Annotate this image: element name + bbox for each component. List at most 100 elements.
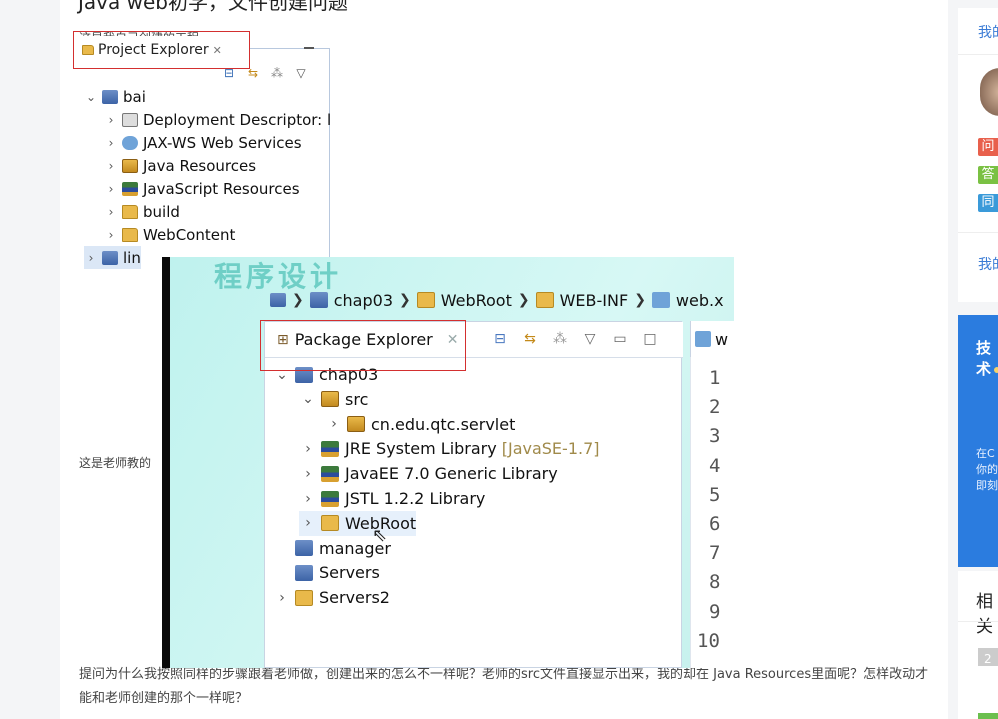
tree-item-label: Servers [319, 563, 380, 583]
tech-banner-line: 在C [976, 447, 995, 460]
tree-item-label: JSTL 1.2.2 Library [345, 489, 486, 508]
tree-item[interactable]: › JavaEE 7.0 Generic Library [299, 461, 558, 486]
project-icon [309, 292, 328, 308]
project-icon [102, 89, 118, 104]
maximize-icon[interactable]: □ [641, 330, 659, 348]
chevron-right-icon[interactable]: › [84, 251, 98, 265]
chevron-down-icon[interactable]: ⌄ [84, 90, 98, 104]
sidebar-my-link[interactable]: 我的 [978, 22, 998, 42]
line-number: 7 [709, 542, 721, 565]
tree-item-label: JavaEE 7.0 Generic Library [345, 464, 558, 484]
minimize-icon[interactable] [304, 47, 314, 49]
tree-item[interactable]: › JAX-WS Web Services [104, 131, 302, 154]
tree-item[interactable]: ⌄ bai [84, 85, 146, 108]
question-title: Java web初学，文件创建问题 [78, 0, 348, 14]
breadcrumb-nav-icon[interactable] [270, 293, 286, 307]
sidebar-tech-banner[interactable]: 技术 在C 你的 即刻 [958, 315, 998, 567]
tree-item[interactable]: Servers [273, 560, 380, 585]
project-folder-icon [295, 540, 313, 557]
library-version-label: [JavaSE-1.7] [501, 439, 600, 459]
chevron-right-icon[interactable]: › [273, 590, 291, 606]
chevron-right-icon[interactable]: › [104, 159, 118, 173]
question-body: 提问为什么我按照同样的步骤跟着老师做，创建出来的怎么不一样呢？老师的src文件直… [79, 667, 929, 706]
related-title: 相关 [976, 592, 993, 637]
link-editor-icon[interactable]: ⇆ [521, 330, 539, 348]
project-folder-icon [295, 564, 313, 581]
tree-item-label: cn.edu.qtc.servlet [371, 414, 516, 434]
tree-item[interactable]: › Java Resources [104, 154, 256, 177]
breadcrumb-item[interactable]: chap03 [334, 291, 393, 310]
web-xml-icon [695, 331, 711, 347]
related-chip-text: 2 [984, 652, 992, 666]
tree-item[interactable]: › lin [84, 246, 141, 269]
breadcrumb-sep-icon: ❯ [634, 292, 646, 308]
chevron-right-icon[interactable]: › [104, 228, 118, 242]
chevron-right-icon[interactable]: › [299, 491, 317, 507]
chevron-right-icon[interactable]: › [299, 466, 317, 482]
tree-item[interactable]: › JSTL 1.2.2 Library [299, 486, 485, 511]
badge-answer[interactable]: 答 [978, 166, 998, 184]
editor-tab-label: w [715, 329, 729, 349]
tree-item[interactable]: › build [104, 200, 180, 223]
highlight-box-package-explorer [260, 320, 466, 371]
tech-banner-line: 即刻 [976, 479, 998, 492]
filters-icon[interactable]: ⁂ [270, 66, 284, 80]
package-explorer-panel: ⊞ Package Explorer ✕ ⊟ ⇆ ⁂ ▽ ▭ □ ⌄ chap03… [264, 321, 683, 668]
tree-item[interactable]: › JRE System Library [JavaSE-1.7] [299, 436, 600, 461]
sidebar-user-card: 我的 问 答 同 我的 [958, 8, 998, 302]
panel-border-top [250, 48, 330, 49]
line-number: 3 [709, 425, 721, 448]
sidebar-my-link-2[interactable]: 我的 [978, 254, 998, 274]
related-chip[interactable]: 2 [978, 648, 998, 666]
filters-icon[interactable]: ⁂ [551, 330, 569, 348]
avatar[interactable] [980, 68, 998, 116]
tree-item[interactable]: ⌄ src [299, 387, 368, 412]
divider [958, 621, 998, 622]
chevron-right-icon[interactable]: › [299, 441, 317, 457]
chevron-down-icon[interactable]: ⌄ [299, 391, 317, 407]
chevron-right-icon[interactable]: › [104, 205, 118, 219]
tree-item-label: JavaScript Resources [143, 179, 300, 198]
line-number: 8 [709, 571, 721, 594]
tree-item[interactable]: › Deployment Descriptor: l [104, 108, 332, 131]
chevron-right-icon[interactable]: › [104, 136, 118, 150]
badge-question[interactable]: 问 [978, 138, 998, 156]
breadcrumb-item[interactable]: WEB-INF [560, 291, 629, 310]
breadcrumb-item[interactable]: WebRoot [441, 291, 512, 310]
tree-item[interactable]: › WebRoot [299, 510, 417, 536]
project-icon [102, 250, 118, 265]
tree-item-label: bai [123, 87, 146, 106]
breadcrumb-sep-icon: ❯ [399, 292, 411, 308]
tree-item-label: Deployment Descriptor: l [143, 110, 332, 129]
tree-item-label: build [143, 202, 180, 221]
editor-line-gutter: 1 2 3 4 5 6 7 8 9 10 [690, 357, 734, 668]
chevron-right-icon[interactable]: › [325, 416, 343, 432]
breadcrumb: ❯ chap03 ❯ WebRoot ❯ WEB-INF ❯ web.x [270, 289, 724, 311]
chevron-right-icon[interactable]: › [104, 182, 118, 196]
tree-item[interactable]: › JavaScript Resources [104, 177, 300, 200]
view-menu-icon[interactable]: ▽ [581, 330, 599, 348]
badge-same[interactable]: 同 [978, 194, 998, 212]
line-number: 9 [709, 600, 721, 623]
folder-icon [321, 515, 339, 532]
package-explorer-toolbar: ⊟ ⇆ ⁂ ▽ ▭ □ [491, 330, 659, 348]
library-icon [122, 181, 138, 196]
breadcrumb-item[interactable]: web.x [676, 291, 724, 310]
banner-dot-icon [994, 367, 998, 373]
right-sidebar: 我的 问 答 同 我的 技术 在C 你的 即刻 相关 2 [958, 8, 998, 719]
minimize-icon[interactable]: ▭ [611, 330, 629, 348]
collapse-all-icon[interactable]: ⊟ [491, 330, 509, 348]
folder-icon [122, 227, 138, 242]
view-menu-icon[interactable]: ▽ [294, 66, 308, 80]
folder-icon [416, 292, 435, 308]
tree-item[interactable]: › cn.edu.qtc.servlet [325, 412, 515, 437]
divider [958, 54, 998, 55]
editor-tab-web-xml[interactable]: w [690, 321, 734, 357]
chevron-right-icon[interactable]: › [104, 113, 118, 127]
tree-item[interactable]: › Servers2 [273, 585, 390, 610]
chevron-right-icon[interactable]: › [299, 515, 317, 531]
tree-item[interactable]: › WebContent [104, 223, 236, 246]
tech-banner-line: 你的 [976, 463, 998, 476]
line-number: 5 [709, 483, 721, 506]
teacher-eclipse-screenshot: 程序设计 ❯ chap03 ❯ WebRoot ❯ WEB-INF ❯ web.… [162, 257, 734, 668]
